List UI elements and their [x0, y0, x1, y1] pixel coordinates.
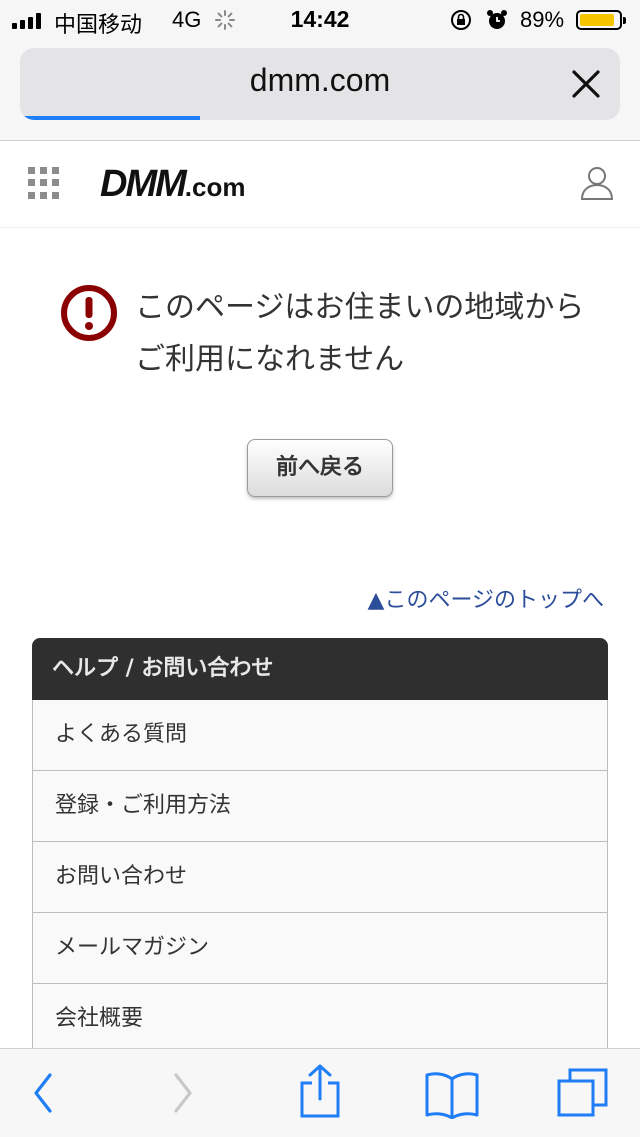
url-text: dmm.com: [249, 62, 391, 98]
help-item-contact[interactable]: お問い合わせ: [32, 842, 608, 913]
page-load-progress: [20, 116, 200, 120]
help-item-company[interactable]: 会社概要: [32, 984, 608, 1055]
address-bar[interactable]: dmm.com: [20, 48, 620, 120]
up-triangle-icon: ▲: [367, 588, 385, 613]
help-item-newsletter[interactable]: メールマガジン: [32, 913, 608, 984]
browser-address-area: dmm.com: [0, 40, 640, 141]
browser-toolbar: [0, 1048, 640, 1137]
close-icon[interactable]: [570, 68, 602, 100]
status-bar: 中国移动 4G 14:42 89%: [0, 0, 640, 40]
dmm-logo[interactable]: DMM.com: [100, 163, 245, 206]
battery-icon: [576, 10, 626, 30]
back-button[interactable]: 前へ戻る: [247, 439, 393, 497]
alarm-icon: [487, 10, 507, 29]
error-message: このページはお住まいの地域からご利用になれません: [135, 290, 585, 377]
help-item-registration[interactable]: 登録・ご利用方法: [32, 771, 608, 842]
page-top-link-label: このページのトップへ: [384, 588, 604, 613]
help-panel-title: ヘルプ / お問い合わせ: [32, 638, 608, 700]
apps-menu-icon[interactable]: [28, 167, 60, 199]
site-header: DMM.com: [0, 141, 640, 228]
forward-arrow-icon[interactable]: [168, 1067, 198, 1119]
page-top-link[interactable]: ▲このページのトップへ: [368, 582, 604, 614]
tabs-icon[interactable]: [556, 1067, 610, 1119]
rotation-lock-icon: [451, 10, 471, 30]
user-account-icon[interactable]: [580, 165, 614, 201]
battery-percentage: 89%: [520, 7, 565, 32]
error-icon: [61, 285, 117, 341]
help-item-faq[interactable]: よくある質問: [32, 700, 608, 771]
help-panel: ヘルプ / お問い合わせ よくある質問 登録・ご利用方法 お問い合わせ メールマ…: [32, 638, 608, 1055]
back-arrow-icon[interactable]: [28, 1067, 58, 1119]
bookmarks-icon[interactable]: [424, 1069, 480, 1119]
share-icon[interactable]: [298, 1063, 342, 1119]
